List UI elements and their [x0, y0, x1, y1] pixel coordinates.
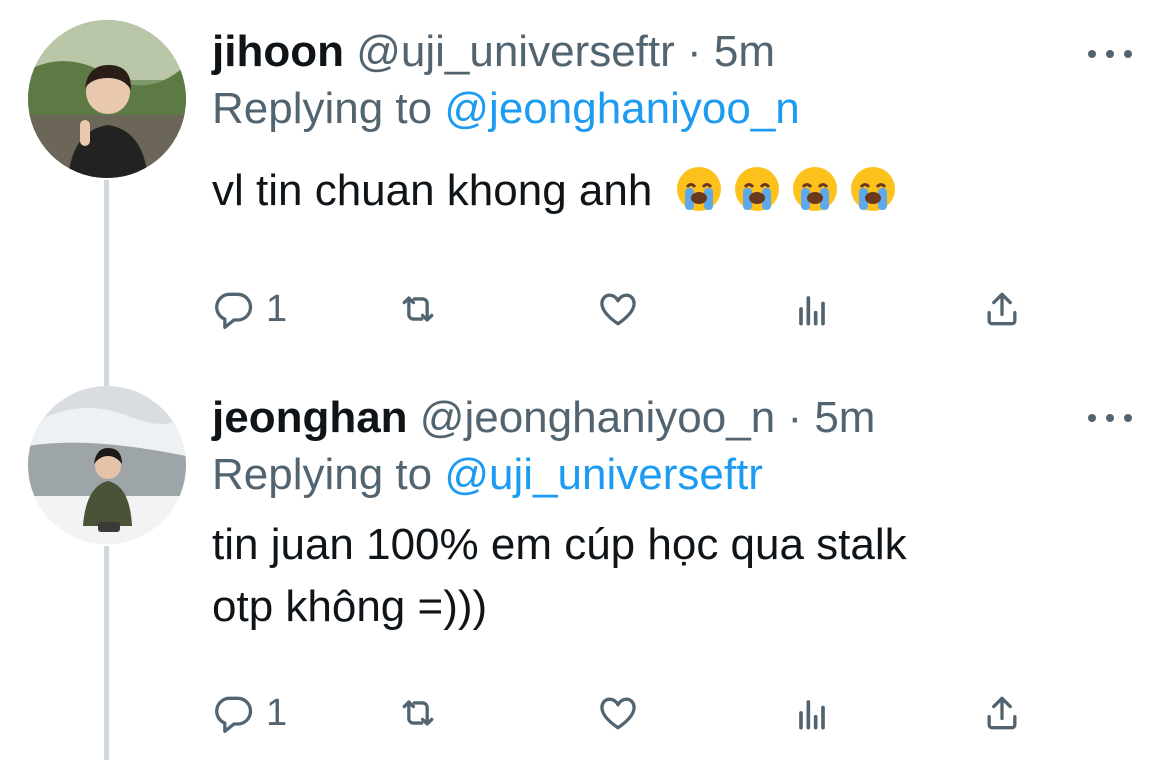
tweet-text-body: vl tin chuan khong anh [212, 166, 653, 215]
tweet-content: jeonghan @jeonghaniyoo_n · 5m Replying t… [212, 390, 1128, 638]
tweet-content: jihoon @uji_universeftr · 5m Replying to… [212, 24, 1128, 222]
more-icon[interactable] [1088, 44, 1132, 64]
share-icon [987, 292, 1017, 326]
avatar[interactable] [28, 20, 186, 178]
display-name[interactable]: jihoon [212, 27, 344, 76]
retweet-icon [402, 700, 434, 726]
loudly-crying-face-emoji [733, 165, 781, 213]
share-icon [987, 696, 1017, 730]
loudly-crying-face-emoji [849, 165, 897, 213]
like-button[interactable] [596, 284, 640, 334]
like-button[interactable] [596, 688, 640, 738]
analytics-icon [799, 296, 825, 326]
analytics-button[interactable] [790, 284, 834, 334]
user-handle[interactable]: @jeonghaniyoo_n [420, 393, 775, 442]
avatar-photo [28, 386, 186, 544]
retweet-icon [402, 296, 434, 322]
analytics-icon [799, 700, 825, 730]
loudly-crying-face-emoji [675, 165, 723, 213]
retweet-button[interactable] [396, 284, 440, 334]
analytics-button[interactable] [790, 688, 834, 738]
thread-line [104, 546, 109, 760]
reply-button[interactable]: 1 [212, 688, 287, 738]
reply-button[interactable]: 1 [212, 284, 287, 334]
display-name[interactable]: jeonghan [212, 393, 408, 442]
reply-count: 1 [266, 287, 288, 330]
tweet-text-line-2: otp không =))) [212, 582, 488, 631]
timestamp[interactable]: 5m [714, 27, 775, 76]
avatar[interactable] [28, 386, 186, 544]
reply-count: 1 [266, 691, 288, 734]
separator-dot: · [687, 27, 702, 76]
replying-to: Replying to @jeonghaniyoo_n [212, 80, 1128, 138]
reply-icon [215, 292, 253, 329]
share-button[interactable] [980, 284, 1024, 334]
retweet-button[interactable] [396, 688, 440, 738]
tweet-jihoon[interactable]: jihoon @uji_universeftr · 5m Replying to… [0, 0, 1168, 386]
tweet-text: tin juan 100% em cúp học qua stalk otp k… [212, 514, 1128, 638]
more-icon[interactable] [1088, 408, 1132, 428]
separator-dot: · [787, 393, 803, 442]
replying-to: Replying to @uji_universeftr [212, 446, 1128, 504]
tweet-text: vl tin chuan khong anh [212, 160, 1128, 222]
loudly-crying-face-emoji [791, 165, 839, 213]
tweet-header: jeonghan @jeonghaniyoo_n · 5m [212, 390, 1128, 446]
tweet-jeonghan[interactable]: jeonghan @jeonghaniyoo_n · 5m Replying t… [0, 372, 1168, 760]
timestamp[interactable]: 5m [814, 393, 875, 442]
reply-icon [215, 696, 253, 733]
tweet-actions: 1 [210, 284, 1040, 334]
replying-to-mention[interactable]: @uji_universeftr [444, 450, 763, 499]
user-handle[interactable]: @uji_universeftr [356, 27, 675, 76]
thread-line [104, 180, 109, 386]
heart-icon [600, 697, 636, 730]
tweet-text-line-1: tin juan 100% em cúp học qua stalk [212, 520, 907, 569]
heart-icon [600, 293, 636, 326]
share-button[interactable] [980, 688, 1024, 738]
replying-prefix: Replying to [212, 84, 433, 133]
avatar-photo [28, 20, 186, 178]
replying-prefix: Replying to [212, 450, 433, 499]
replying-to-mention[interactable]: @jeonghaniyoo_n [444, 84, 799, 133]
tweet-actions: 1 [210, 688, 1040, 738]
tweet-header: jihoon @uji_universeftr · 5m [212, 24, 1128, 80]
